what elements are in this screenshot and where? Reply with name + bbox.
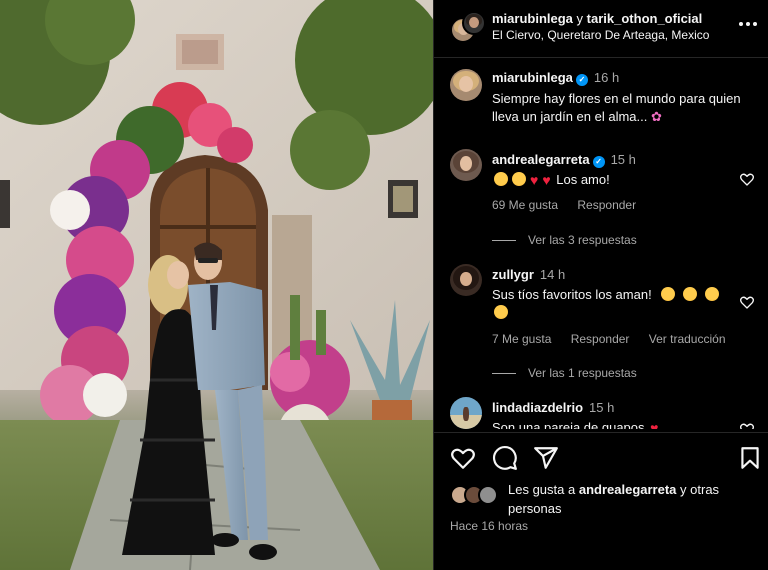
comment-likes[interactable]: 69 Me gusta — [492, 198, 558, 212]
red-heart-emoji-icon: ♥ — [530, 172, 539, 188]
reply-button[interactable]: Responder — [571, 332, 630, 346]
comment-time[interactable]: 14 h — [540, 267, 565, 282]
heart-icon[interactable] — [450, 445, 476, 471]
header-avatars[interactable] — [450, 11, 486, 47]
comment-time[interactable]: 16 h — [594, 70, 619, 85]
comment-meta: 7 Me gusta Responder Ver traducción — [492, 332, 742, 346]
red-heart-emoji-icon: ♥ — [542, 172, 551, 188]
comment-username[interactable]: miarubinlega ✓ 16 h — [492, 70, 619, 86]
comment-meta: 69 Me gusta Responder — [492, 198, 652, 212]
header-user2[interactable]: tarik_othon_oficial — [587, 11, 703, 26]
header-usernames: miarubinlega y tarik_othon_oficial — [492, 11, 702, 26]
couple-photo-illustration — [0, 0, 433, 570]
heart-eyes-emoji-icon — [512, 172, 526, 186]
heart-eyes-emoji-icon — [494, 172, 508, 186]
bookmark-icon[interactable] — [737, 445, 763, 471]
cherry-blossom-icon: ✿ — [651, 109, 662, 124]
header-conjunction: y — [576, 11, 584, 26]
comment-text: Sus tíos favoritos los aman! — [492, 286, 742, 322]
likes-avatars[interactable] — [450, 485, 502, 507]
comment-like-heart-icon[interactable] — [739, 421, 755, 429]
smiling-hearts-emoji-icon — [494, 305, 508, 319]
more-horizontal-icon[interactable] — [737, 15, 759, 33]
comment-time[interactable]: 15 h — [611, 152, 636, 167]
smiling-hearts-emoji-icon — [683, 287, 698, 301]
smiling-hearts-emoji-icon — [705, 287, 720, 301]
post-actions: Les gusta a andrealegarreta y otras pers… — [434, 432, 768, 570]
comment-text: ♥ ♥ Los amo! — [492, 171, 742, 189]
comments-list: miarubinlega ✓ 16 h Siempre hay flores en … — [434, 59, 768, 429]
avatar[interactable] — [450, 264, 482, 296]
post-photo — [0, 0, 433, 570]
comment-icon[interactable] — [492, 445, 518, 471]
comment-username[interactable]: zullygr 14 h — [492, 267, 565, 282]
translate-button[interactable]: Ver traducción — [649, 332, 726, 346]
send-icon[interactable] — [533, 445, 559, 471]
avatar[interactable] — [450, 149, 482, 181]
post-timestamp[interactable]: Hace 16 horas — [450, 519, 528, 533]
view-replies-button[interactable]: Ver las 3 respuestas — [492, 233, 637, 247]
comment-username[interactable]: andrealegarreta ✓ 15 h — [492, 152, 636, 168]
likes-user[interactable]: andrealegarreta — [579, 482, 677, 497]
verified-badge-icon: ✓ — [575, 74, 588, 86]
post-sidebar: miarubinlega y tarik_othon_oficial El Ci… — [433, 0, 768, 570]
view-replies-button[interactable]: Ver las 1 respuestas — [492, 366, 637, 380]
comment-like-heart-icon[interactable] — [739, 294, 755, 310]
smiling-hearts-emoji-icon — [661, 287, 676, 301]
avatar[interactable] — [450, 397, 482, 429]
red-heart-emoji-icon: ♥ — [650, 420, 659, 429]
avatar[interactable] — [462, 11, 486, 35]
avatar[interactable] — [450, 69, 482, 101]
comment-time[interactable]: 15 h — [589, 400, 614, 415]
comment-likes[interactable]: 7 Me gusta — [492, 332, 551, 346]
header-location[interactable]: El Ciervo, Queretaro De Arteaga, Mexico — [492, 28, 709, 42]
reply-button[interactable]: Responder — [577, 198, 636, 212]
verified-badge-icon: ✓ — [592, 156, 605, 168]
header-user1[interactable]: miarubinlega — [492, 11, 573, 26]
avatar — [478, 485, 498, 505]
comment-like-heart-icon[interactable] — [739, 171, 755, 187]
comment-username[interactable]: lindadiazdelrio 15 h — [492, 400, 614, 415]
likes-summary[interactable]: Les gusta a andrealegarreta y otras pers… — [508, 480, 758, 518]
comment-text: Son una pareja de guapos ♥ — [492, 419, 742, 429]
post-header: miarubinlega y tarik_othon_oficial El Ci… — [434, 0, 768, 58]
comment-text: Siempre hay flores en el mundo para quie… — [492, 91, 741, 124]
